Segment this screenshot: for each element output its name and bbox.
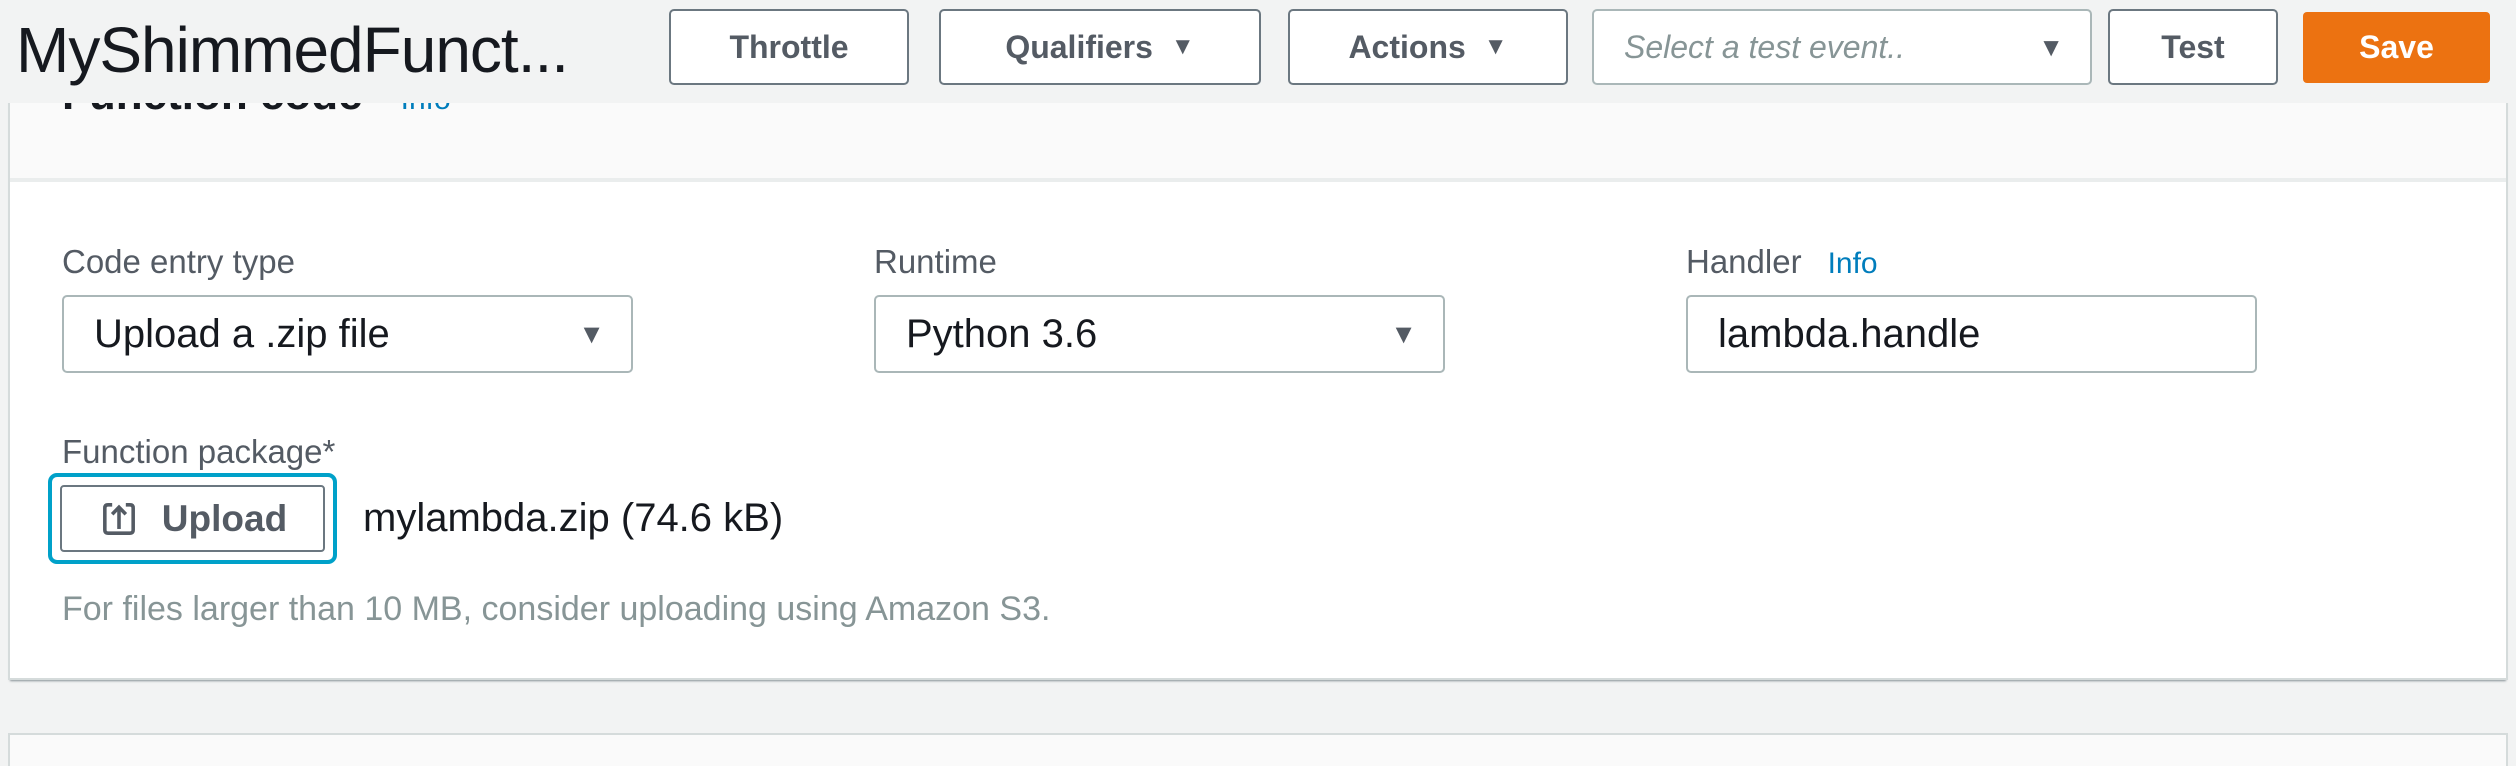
- code-entry-type-label: Code entry type: [62, 243, 874, 281]
- next-panel-top-edge: [8, 733, 2508, 766]
- test-event-placeholder: Select a test event..: [1624, 29, 1905, 66]
- header-actions: Throttle Qualifiers ▼ Actions ▼ Select a…: [669, 9, 2490, 85]
- chevron-down-icon: ▼: [1484, 35, 1508, 59]
- function-name-title: MyShimmedFunct...: [16, 0, 568, 100]
- chevron-down-icon: ▼: [1390, 319, 1417, 350]
- save-button-label: Save: [2359, 29, 2434, 66]
- s3-helper-text: For files larger than 10 MB, consider up…: [62, 590, 2454, 629]
- test-button-label: Test: [2161, 29, 2224, 66]
- lambda-console-page: Function code Info Code entry type Uploa…: [0, 0, 2516, 766]
- actions-dropdown-button[interactable]: Actions ▼: [1288, 9, 1568, 85]
- code-entry-type-field: Code entry type Upload a .zip file ▼: [62, 243, 874, 373]
- code-entry-type-label-text: Code entry type: [62, 243, 295, 281]
- save-button[interactable]: Save: [2303, 12, 2490, 83]
- handler-input[interactable]: [1686, 295, 2257, 373]
- handler-field: Handler Info: [1686, 243, 2454, 373]
- function-header-bar: MyShimmedFunct... Throttle Qualifiers ▼ …: [0, 0, 2516, 103]
- handler-info-link[interactable]: Info: [1828, 247, 1878, 281]
- function-code-panel: Function code Info Code entry type Uploa…: [8, 55, 2508, 680]
- runtime-value: Python 3.6: [906, 312, 1097, 357]
- qualifiers-dropdown-button[interactable]: Qualifiers ▼: [939, 9, 1261, 85]
- actions-button-label: Actions: [1348, 29, 1465, 66]
- code-settings-row: Code entry type Upload a .zip file ▼ Run…: [62, 243, 2454, 373]
- chevron-down-icon: ▼: [578, 319, 605, 350]
- runtime-label: Runtime: [874, 243, 1686, 281]
- uploaded-file-info: mylambda.zip (74.6 kB): [363, 496, 783, 541]
- throttle-button-label: Throttle: [729, 29, 848, 66]
- upload-focus-ring: Upload: [48, 473, 337, 564]
- function-code-panel-body: Code entry type Upload a .zip file ▼ Run…: [10, 182, 2506, 629]
- upload-icon: [98, 498, 140, 540]
- code-entry-type-select[interactable]: Upload a .zip file ▼: [62, 295, 633, 373]
- throttle-button[interactable]: Throttle: [669, 9, 909, 85]
- function-package-label: Function package*: [62, 433, 2454, 471]
- upload-button[interactable]: Upload: [60, 485, 325, 552]
- handler-label: Handler Info: [1686, 243, 2454, 281]
- code-entry-type-value: Upload a .zip file: [94, 312, 390, 357]
- test-event-select[interactable]: Select a test event.. ▼: [1592, 9, 2092, 85]
- handler-label-text: Handler: [1686, 243, 1802, 281]
- test-button[interactable]: Test: [2108, 9, 2278, 85]
- function-package-section: Function package* Upload mylambda.zip: [62, 433, 2454, 629]
- runtime-field: Runtime Python 3.6 ▼: [874, 243, 1686, 373]
- runtime-select[interactable]: Python 3.6 ▼: [874, 295, 1445, 373]
- upload-button-label: Upload: [162, 498, 287, 540]
- qualifiers-button-label: Qualifiers: [1005, 29, 1153, 66]
- chevron-down-icon: ▼: [1171, 35, 1195, 59]
- chevron-down-icon: ▼: [2038, 32, 2064, 63]
- upload-row: Upload mylambda.zip (74.6 kB): [62, 473, 2454, 564]
- runtime-label-text: Runtime: [874, 243, 997, 281]
